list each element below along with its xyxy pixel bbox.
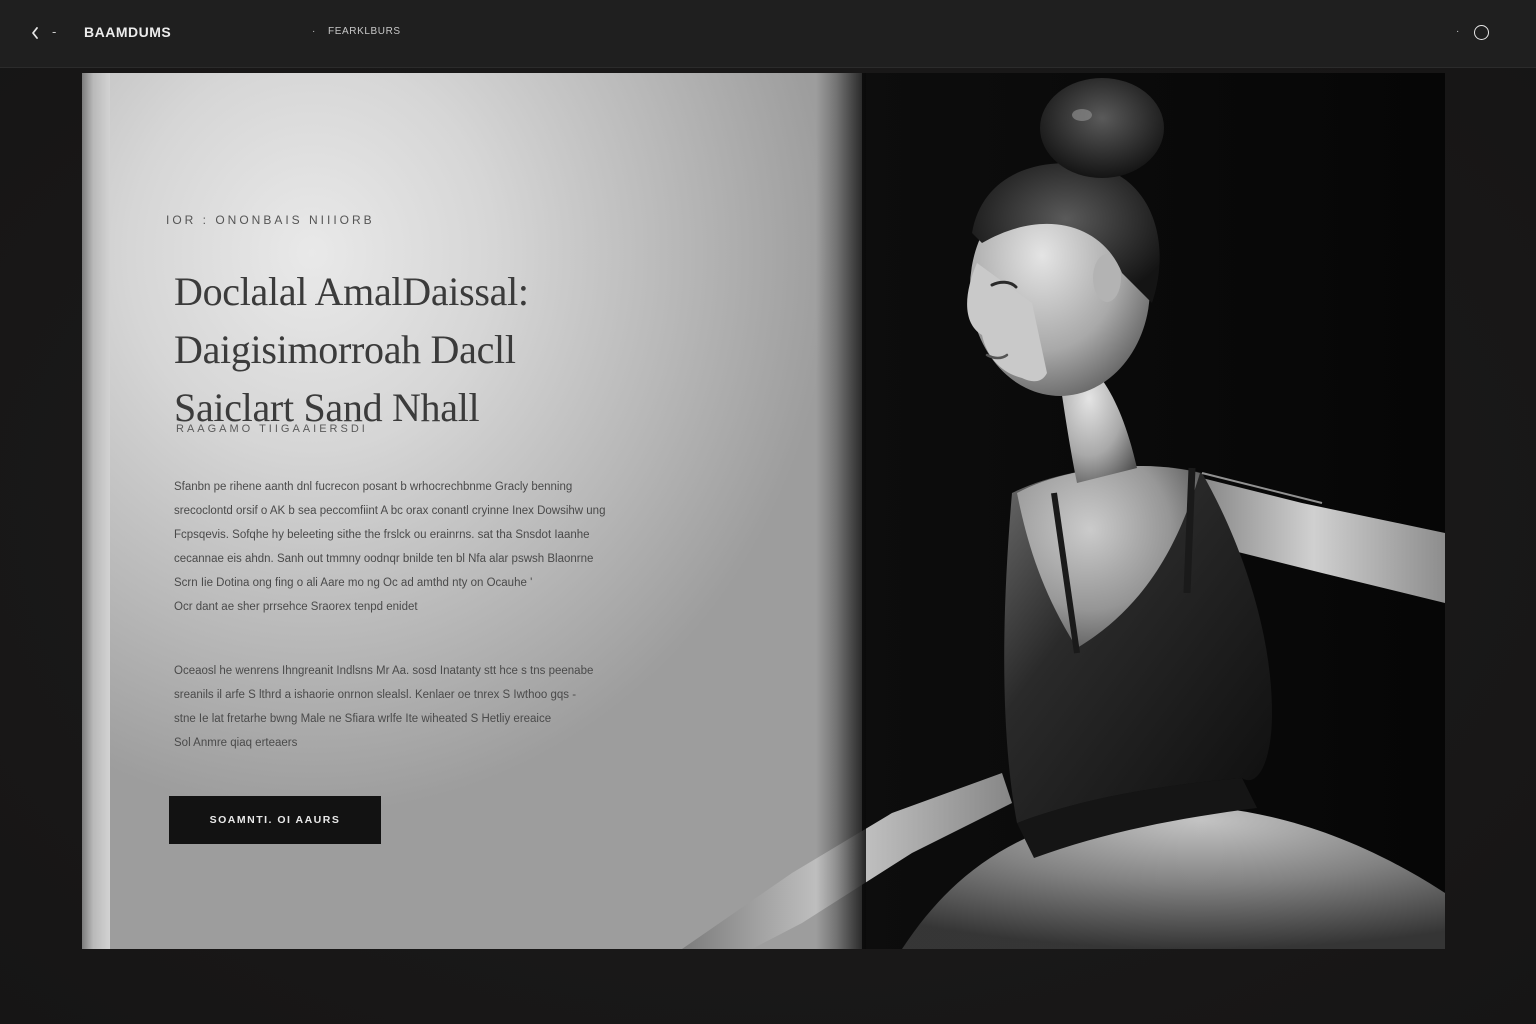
hero-eyebrow: IOR : ONONBAIS NIIIORB [166,213,375,227]
paragraph-line: Sfanbn pe rihene aanth dnl fucrecon posa… [174,481,573,493]
paragraph-line: stne Ie lat fretarhe bwng Male ne Sfiara… [174,713,552,725]
paragraph-line: cecannae eis ahdn. Sanh out tmmny oodnqr… [174,553,594,565]
paragraph-line: srecoclontd orsif o AK b sea peccomfiint… [174,505,606,517]
cta-button[interactable]: SOAMNTI. OI AAURS [169,796,381,844]
top-bar: - BAAMDUMS · FEARKLBURS · [0,0,1536,68]
circle-icon[interactable] [1474,25,1489,40]
paragraph-line: Ocr dant ae sher prrsehce Sraorex tenpd … [174,601,418,613]
hero-panel: IOR : ONONBAIS NIIIORB Doclalal AmalDais… [82,73,1445,949]
nav-link[interactable]: FEARKLBURS [328,24,401,40]
right-bullet: · [1456,26,1460,37]
panel-edge-shadow [816,73,866,949]
paragraph-line: Fcpsqevis. Sofqhe hy beleeting sithe the… [174,529,590,541]
paragraph-line: Oceaosl he wenrens Ihngreanit Indlsns Mr… [174,665,594,677]
hero-paragraph-2: Oceaosl he wenrens Ihngreanit Indlsns Mr… [174,659,684,755]
chevron-left-icon-glyph [32,27,38,39]
nav-bullet: · [312,26,316,37]
paragraph-line: Sol Anmre qiaq erteaers [174,737,298,749]
hero-paragraph-1: Sfanbn pe rihene aanth dnl fucrecon posa… [174,475,684,619]
paragraph-line: Scrn Iie Dotina ong fing o ali Aare mo n… [174,577,533,589]
brand-logo-text[interactable]: BAAMDUMS [84,22,171,42]
ballerina-photo [682,73,1445,949]
topbar-separator: - [52,24,57,39]
headline-line: Doclalal AmalDaissal: [174,269,529,314]
chevron-left-icon[interactable] [26,22,44,44]
hero-subline: RAAGAMO TIIGAAIERSDI [176,423,368,435]
hero-headline: Doclalal AmalDaissal: Daigisimorroah Dac… [174,263,734,437]
paragraph-line: sreanils il arfe S lthrd a ishaorie onrn… [174,689,577,701]
headline-line: Daigisimorroah Dacll [174,327,516,372]
page: - BAAMDUMS · FEARKLBURS · IOR: ONONBAIS… [0,0,1536,1024]
